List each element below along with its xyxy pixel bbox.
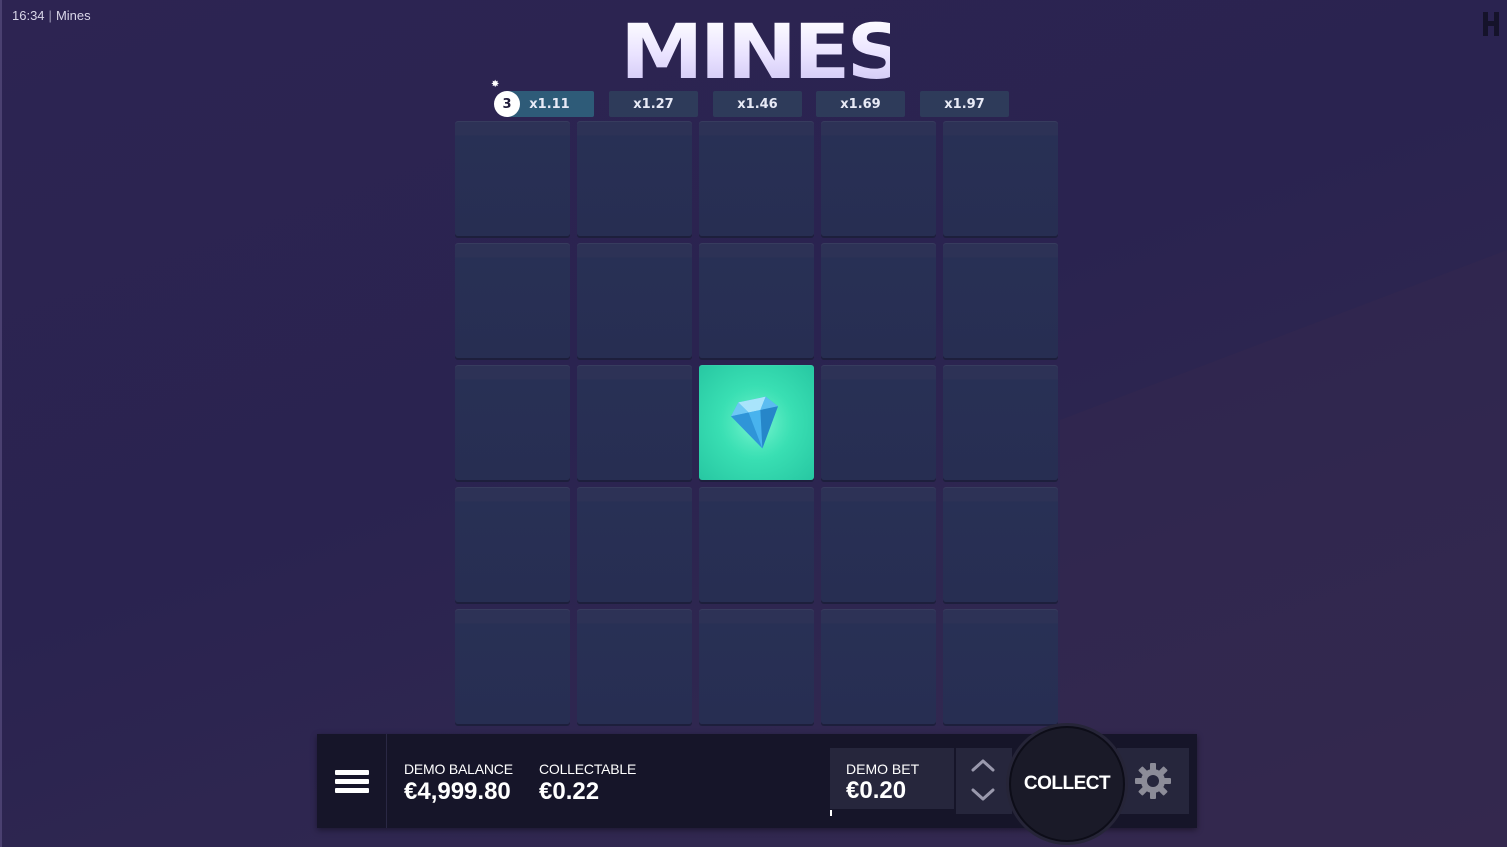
status-separator: |: [48, 8, 52, 23]
collect-button[interactable]: COLLECT: [1009, 726, 1125, 842]
bomb-icon: ✸ 3: [491, 79, 521, 118]
mines-count: 3: [494, 91, 520, 117]
settings-button[interactable]: [1117, 748, 1189, 814]
tile-r3-c4[interactable]: [943, 487, 1058, 602]
bet-indicator: [830, 810, 832, 816]
provider-logo-icon: [1483, 12, 1499, 36]
menu-icon: [334, 766, 369, 797]
bet-value: €0.20: [846, 777, 907, 804]
tile-r4-c4[interactable]: [943, 609, 1058, 724]
balance-label: DEMO BALANCE: [404, 761, 513, 777]
tile-r3-c0[interactable]: [455, 487, 570, 602]
tile-r3-c1[interactable]: [577, 487, 692, 602]
multiplier-5: x1.97: [920, 91, 1009, 117]
menu-button[interactable]: [317, 734, 387, 828]
tile-r2-c4[interactable]: [943, 365, 1058, 480]
tile-r2-c1[interactable]: [577, 365, 692, 480]
tile-r2-c3[interactable]: [821, 365, 936, 480]
bet-adjuster: [956, 748, 1012, 814]
multiplier-2: x1.27: [609, 91, 698, 117]
bet-display: DEMO BET €0.20: [830, 748, 954, 809]
bet-label: DEMO BET: [846, 761, 920, 777]
tile-r2-c0[interactable]: [455, 365, 570, 480]
status-bar: 16:34 | Mines: [12, 8, 91, 23]
tile-r4-c2[interactable]: [699, 609, 814, 724]
tile-r0-c4[interactable]: [943, 121, 1058, 236]
tile-r1-c1[interactable]: [577, 243, 692, 358]
gear-icon: [1135, 763, 1171, 799]
tile-r0-c1[interactable]: [577, 121, 692, 236]
status-app-name: Mines: [55, 8, 91, 23]
spark-icon: ✸: [491, 79, 500, 90]
tile-r1-c4[interactable]: [943, 243, 1058, 358]
tile-r4-c0[interactable]: [455, 609, 570, 724]
tile-r1-c2[interactable]: [699, 243, 814, 358]
game-title: MINES: [620, 7, 907, 97]
bet-increase-button[interactable]: [970, 754, 996, 776]
tile-r4-c3[interactable]: [821, 609, 936, 724]
balance-value: €4,999.80: [404, 778, 511, 805]
tile-r3-c2[interactable]: [699, 487, 814, 602]
collectable-label: COLLECTABLE: [539, 761, 637, 777]
collectable-value: €0.22: [539, 778, 600, 805]
chevron-down-icon: [971, 788, 995, 801]
tile-r0-c0[interactable]: [455, 121, 570, 236]
tile-r1-c0[interactable]: [455, 243, 570, 358]
tile-r4-c1[interactable]: [577, 609, 692, 724]
mines-grid: [455, 121, 1060, 726]
multiplier-3: x1.46: [713, 91, 802, 117]
tile-r3-c3[interactable]: [821, 487, 936, 602]
chevron-up-icon: [971, 759, 995, 772]
bet-decrease-button[interactable]: [970, 784, 996, 806]
multiplier-row: x1.11 x1.27 x1.46 x1.69 x1.97: [505, 91, 1010, 117]
multiplier-4: x1.69: [816, 91, 905, 117]
status-time: 16:34: [12, 8, 45, 23]
tile-r2-c2-revealed-gem: [699, 365, 814, 480]
collectable-display: COLLECTABLE €0.22: [539, 761, 636, 806]
bottom-bar: DEMO BALANCE €4,999.80 COLLECTABLE €0.22…: [317, 726, 1197, 842]
balance-display: DEMO BALANCE €4,999.80: [404, 761, 513, 806]
diamond-icon: [716, 382, 797, 463]
tile-r0-c2[interactable]: [699, 121, 814, 236]
tile-r1-c3[interactable]: [821, 243, 936, 358]
tile-r0-c3[interactable]: [821, 121, 936, 236]
